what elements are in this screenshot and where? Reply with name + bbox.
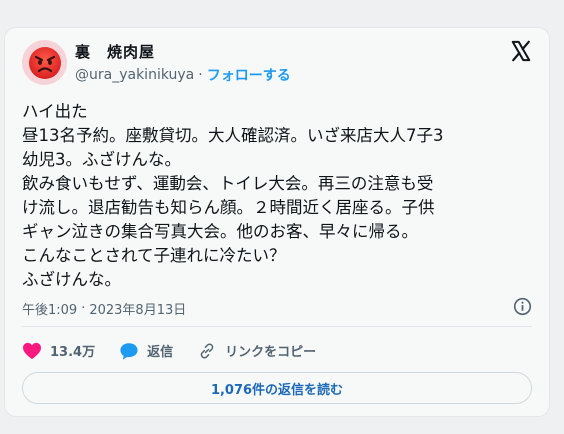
tweet-text: ハイ出た 昼13名予約。座敷貸切。大人確認済。いざ来店大人7子3 幼児3。ふざけ…	[22, 102, 444, 289]
copy-link-label: リンクをコピー	[225, 345, 317, 360]
handle-row: @ura_yakinikuya · フォローする	[75, 65, 291, 85]
timestamp-separator: ·	[81, 301, 86, 316]
tweet-date[interactable]: 2023年8月13日	[89, 299, 186, 318]
handle-separator: ·	[198, 67, 203, 83]
reply-icon	[120, 342, 138, 360]
action-bar: 13.4万 返信 リンクをコピー	[22, 341, 340, 360]
heart-icon	[23, 342, 41, 359]
user-handle[interactable]: @ura_yakinikuya	[75, 67, 194, 83]
tweet-time[interactable]: 午後1:09	[22, 299, 77, 318]
divider	[22, 326, 532, 327]
follow-button[interactable]: フォローする	[207, 65, 291, 85]
reply-label: 返信	[147, 345, 174, 360]
reply-button[interactable]: 返信	[119, 341, 173, 360]
avatar[interactable]	[22, 40, 67, 85]
angry-face-icon	[28, 46, 61, 79]
tweet-card: 裏 焼肉屋 @ura_yakinikuya · フォローする ハイ出た 昼13名…	[4, 27, 550, 417]
x-logo-icon[interactable]	[510, 40, 532, 62]
display-name[interactable]: 裏 焼肉屋	[75, 41, 155, 62]
info-icon[interactable]	[513, 297, 532, 316]
tweet-timestamp[interactable]: 午後1:09 · 2023年8月13日	[22, 299, 186, 318]
link-icon	[200, 343, 214, 358]
copy-link-button[interactable]: リンクをコピー	[197, 341, 316, 360]
like-count: 13.4万	[50, 345, 96, 360]
read-replies-button[interactable]: 1,076件の返信を読む	[22, 372, 532, 404]
like-button[interactable]: 13.4万	[22, 341, 95, 360]
